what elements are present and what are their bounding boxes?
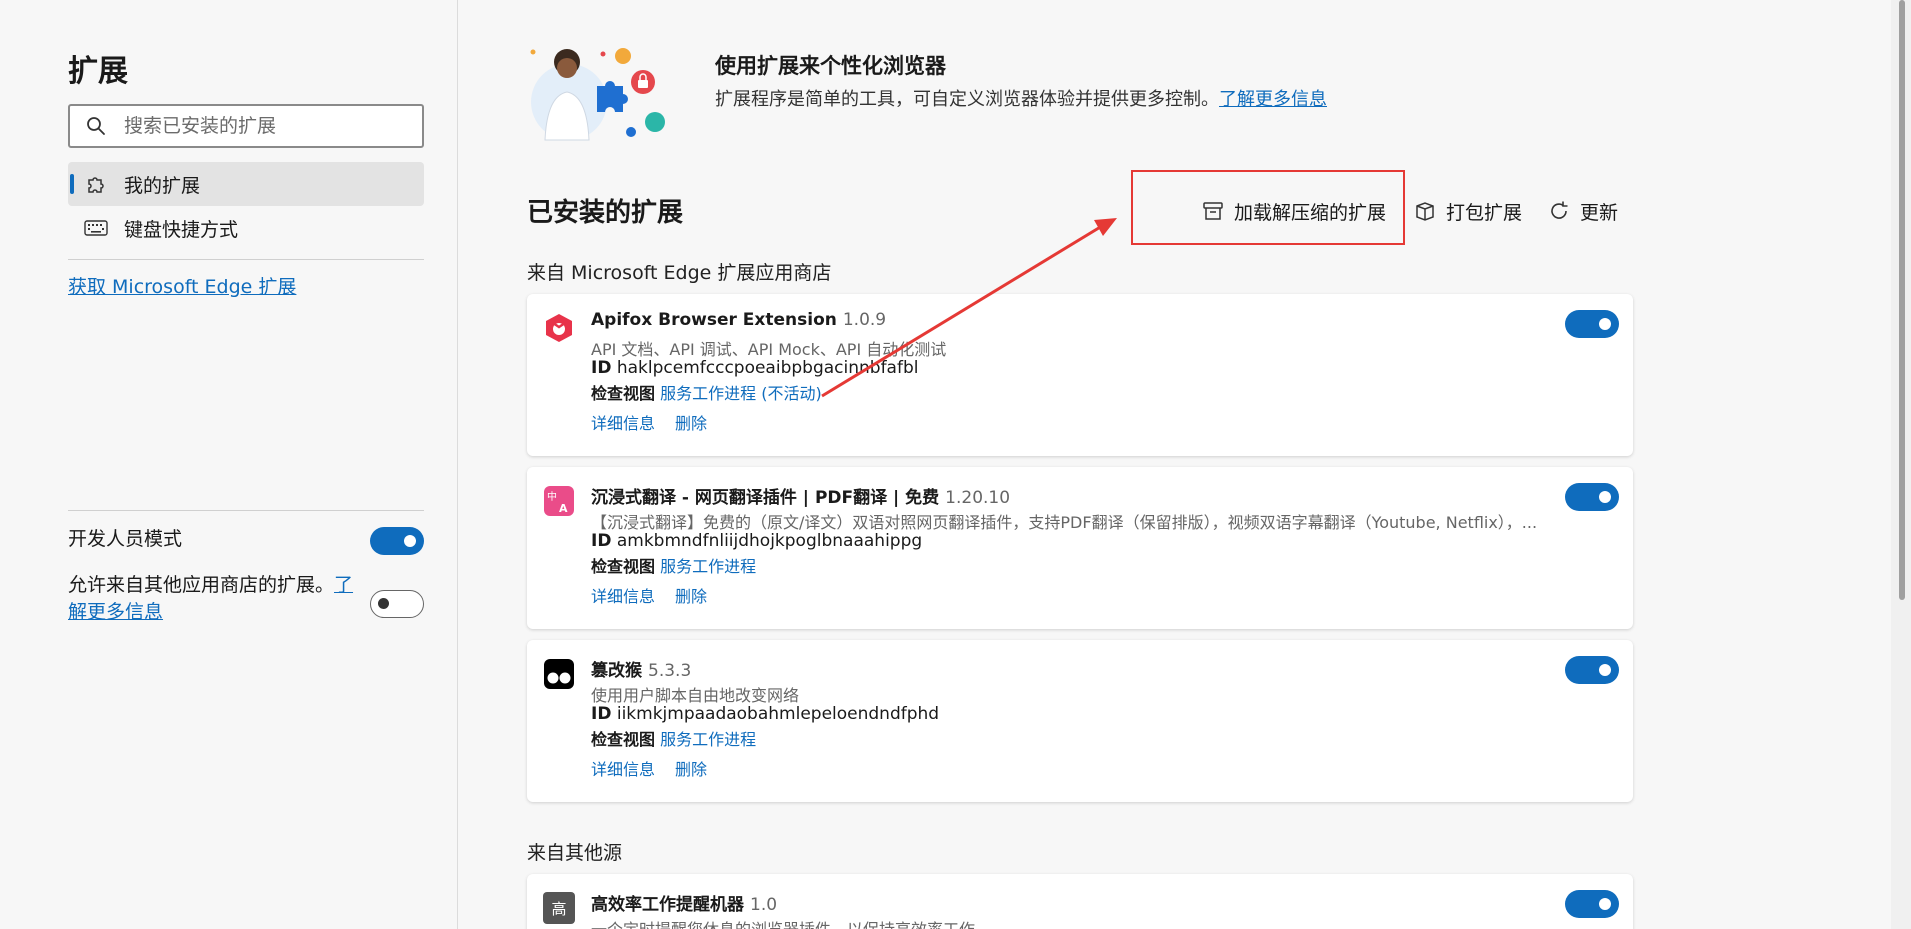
details-link[interactable]: 详细信息 (591, 587, 655, 606)
search-box[interactable] (68, 104, 424, 148)
extension-name: 高效率工作提醒机器 (591, 895, 744, 915)
main-content: 使用扩展来个性化浏览器 扩展程序是简单的工具，可自定义浏览器体验并提供更多控制。… (459, 0, 1891, 929)
remove-link[interactable]: 删除 (675, 414, 707, 433)
extension-version: 1.0.9 (842, 310, 887, 330)
extension-id: amkbmndfnliijdhojkpoglbnaaahippg (616, 531, 923, 551)
extension-links: 详细信息 删除 (591, 583, 727, 607)
extension-id: iikmkjmpaadaobahmlepeloendndfphd (616, 704, 940, 724)
other-sources-group-label: 来自其他源 (527, 842, 623, 864)
sidebar-divider (68, 259, 424, 260)
extension-name: Apifox Browser Extension (591, 310, 837, 330)
search-icon (87, 117, 105, 135)
inspect-service-worker-link[interactable]: 服务工作进程 (不活动) (660, 384, 822, 403)
pack-extension-button[interactable]: 打包扩展 (1414, 196, 1522, 226)
immersive-translate-logo-icon: 中 A (544, 486, 574, 516)
extension-enable-toggle[interactable] (1565, 656, 1619, 684)
hero-description-text: 扩展程序是简单的工具，可自定义浏览器体验并提供更多控制。 (715, 89, 1219, 110)
extension-description: 【沉浸式翻译】免费的（原文/译文）双语对照网页翻译插件，支持PDF翻译（保留排版… (591, 513, 1538, 532)
extension-name-line: 高效率工作提醒机器 1.0 (591, 890, 777, 915)
details-link[interactable]: 详细信息 (591, 760, 655, 779)
developer-mode-label: 开发人员模式 (68, 528, 183, 550)
sidebar-item-label: 我的扩展 (124, 174, 201, 197)
svg-text:A: A (559, 502, 568, 515)
allow-other-stores-text: 允许来自其他应用商店的扩展。了解更多信息 (68, 572, 368, 626)
extension-description: API 文档、API 调试、API Mock、API 自动化测试 (591, 340, 947, 359)
hero-description: 扩展程序是简单的工具，可自定义浏览器体验并提供更多控制。了解更多信息 (715, 85, 1327, 111)
inspect-service-worker-link[interactable]: 服务工作进程 (660, 557, 756, 576)
extension-links: 详细信息 删除 (591, 756, 727, 780)
scrollbar-thumb[interactable] (1899, 0, 1905, 600)
extension-enable-toggle[interactable] (1565, 890, 1619, 918)
get-extensions-link[interactable]: 获取 Microsoft Edge 扩展 (68, 272, 296, 299)
load-unpacked-label: 加载解压缩的扩展 (1234, 201, 1387, 224)
scrollbar[interactable] (1891, 0, 1911, 929)
developer-mode-toggle[interactable] (370, 527, 424, 555)
extension-inspect-line: 检查视图 服务工作进程 (591, 553, 756, 577)
id-label: ID (591, 358, 612, 378)
update-button[interactable]: 更新 (1548, 196, 1618, 226)
extension-links: 详细信息 删除 (591, 410, 727, 434)
extension-id-line: ID amkbmndfnliijdhojkpoglbnaaahippg (591, 531, 922, 551)
allow-other-stores-label: 允许来自其他应用商店的扩展。 (68, 574, 335, 596)
installed-extensions-title: 已安装的扩展 (527, 198, 684, 228)
package-icon (1416, 202, 1434, 221)
sidebar-item-my-extensions[interactable]: 我的扩展 (68, 162, 424, 206)
hero-learn-more-link[interactable]: 了解更多信息 (1219, 89, 1327, 110)
remove-link[interactable]: 删除 (675, 587, 707, 606)
extension-id: haklpcemfcccpoeaibpbgacinnbfafbl (616, 358, 919, 378)
sidebar: 扩展 我的扩展 键盘快捷方式 获取 Microsoft Edge 扩展 开发人员… (0, 0, 458, 929)
extension-name-line: Apifox Browser Extension 1.0.9 (591, 310, 886, 330)
extension-name: 沉浸式翻译 - 网页翻译插件 | PDF翻译 | 免费 (591, 488, 940, 508)
sidebar-title: 扩展 (68, 54, 128, 89)
extension-card-immersive-translate: 中 A 沉浸式翻译 - 网页翻译插件 | PDF翻译 | 免费 1.20.10 【… (527, 467, 1633, 629)
extension-id-line: ID haklpcemfcccpoeaibpbgacinnbfafbl (591, 358, 918, 378)
extension-description: 一个定时提醒您休息的浏览器插件，以保持高效率工作 (591, 916, 1561, 929)
id-label: ID (591, 531, 612, 551)
pack-extension-label: 打包扩展 (1446, 201, 1523, 224)
extension-name-line: 篡改猴 5.3.3 (591, 656, 691, 681)
hero-illustration (530, 48, 665, 141)
remove-link[interactable]: 删除 (675, 760, 707, 779)
refresh-icon (1551, 201, 1568, 219)
inspect-label: 检查视图 (591, 384, 656, 403)
load-unpacked-button[interactable]: 加载解压缩的扩展 (1202, 196, 1386, 226)
extension-version: 1.20.10 (945, 488, 1011, 508)
update-label: 更新 (1580, 201, 1619, 224)
svg-text:中: 中 (547, 490, 557, 503)
allow-other-stores-toggle[interactable] (370, 590, 424, 618)
inspect-service-worker-link[interactable]: 服务工作进程 (660, 730, 756, 749)
inspect-label: 检查视图 (591, 557, 656, 576)
extension-id-line: ID iikmkjmpaadaobahmlepeloendndfphd (591, 704, 939, 724)
extension-enable-toggle[interactable] (1565, 310, 1619, 338)
extension-inspect-line: 检查视图 服务工作进程 (不活动) (591, 380, 822, 404)
extension-inspect-line: 检查视图 服务工作进程 (591, 726, 756, 750)
extension-card-tampermonkey: 篡改猴 5.3.3 使用用户脚本自由地改变网络 ID iikmkjmpaadaob… (527, 640, 1633, 802)
extension-description: 使用用户脚本自由地改变网络 (591, 686, 800, 705)
store-group-label: 来自 Microsoft Edge 扩展应用商店 (527, 262, 832, 284)
sidebar-item-label: 键盘快捷方式 (124, 218, 239, 241)
details-link[interactable]: 详细信息 (591, 414, 655, 433)
id-label: ID (591, 704, 612, 724)
extension-card-apifox: Apifox Browser Extension 1.0.9 API 文档、API… (527, 294, 1633, 456)
extension-version: 5.3.3 (648, 661, 692, 681)
tampermonkey-logo-icon (544, 659, 574, 689)
hero-title: 使用扩展来个性化浏览器 (715, 54, 946, 78)
puzzle-icon (84, 172, 108, 196)
reminder-logo-icon: 高 (543, 892, 575, 924)
extension-card-reminder: 高 高效率工作提醒机器 1.0 一个定时提醒您休息的浏览器插件，以保持高效率工作 (527, 874, 1633, 929)
extension-version: 1.0 (750, 895, 778, 915)
search-input[interactable] (124, 115, 404, 137)
extension-enable-toggle[interactable] (1565, 483, 1619, 511)
keyboard-icon (84, 216, 108, 240)
inspect-label: 检查视图 (591, 730, 656, 749)
archive-icon (1203, 202, 1223, 220)
apifox-logo-icon (546, 314, 572, 342)
extension-name-line: 沉浸式翻译 - 网页翻译插件 | PDF翻译 | 免费 1.20.10 (591, 483, 1010, 508)
sidebar-item-keyboard-shortcuts[interactable]: 键盘快捷方式 (68, 206, 424, 250)
extension-name: 篡改猴 (591, 661, 642, 681)
sidebar-divider (68, 510, 424, 511)
